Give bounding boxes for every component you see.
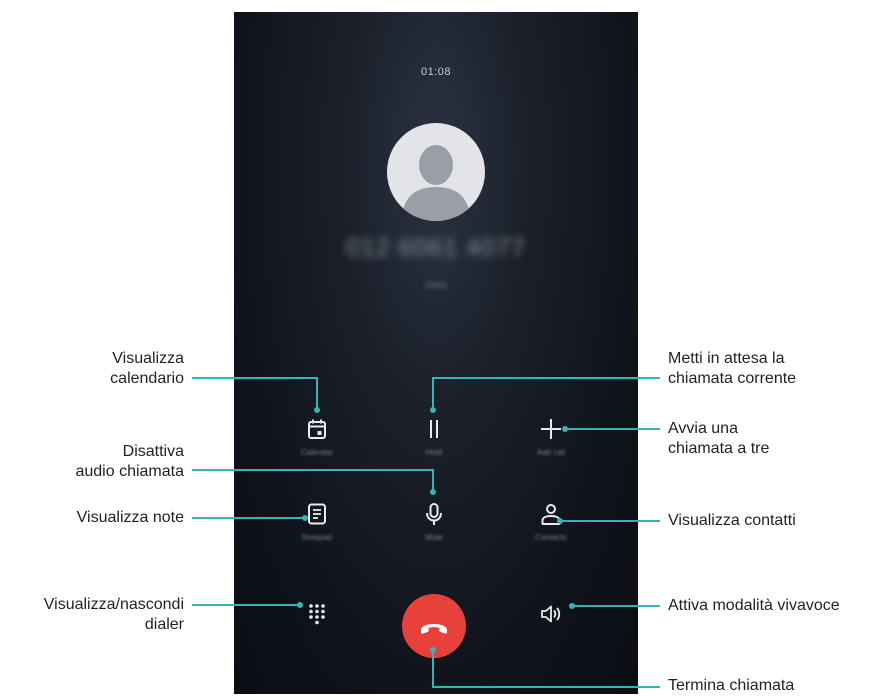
callout-lines (192, 377, 660, 688)
callout-contacts: Visualizza contatti (668, 512, 796, 529)
callout-calendar: Visualizza calendario (110, 350, 184, 387)
callout-hold: Metti in attesa la chiamata corrente (668, 350, 797, 387)
callout-mute: Disattiva audio chiamata (75, 443, 184, 480)
callout-notepad: Visualizza note (76, 509, 184, 526)
callout-dialer: Visualizza/nascondi dialer (43, 596, 184, 633)
callout-add-call: Avvia una chiamata a tre (668, 420, 770, 457)
callout-speaker: Attiva modalità vivavoce (668, 597, 840, 614)
callout-end-call: Termina chiamata (668, 677, 795, 694)
